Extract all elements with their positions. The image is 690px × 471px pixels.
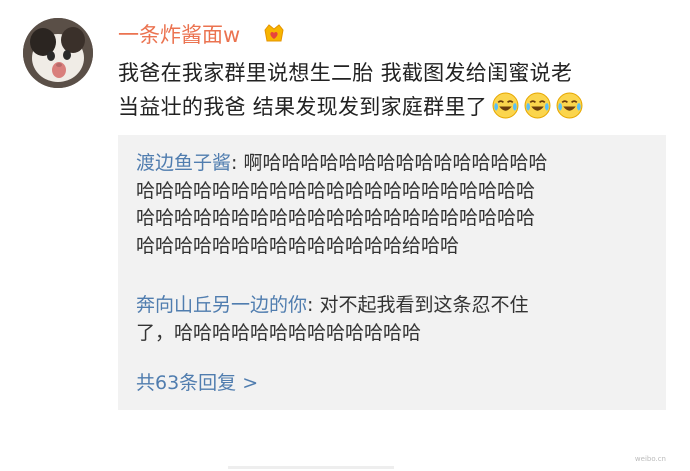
reply-item[interactable]: 渡边鱼子酱: 啊哈哈哈哈哈哈哈哈哈哈哈哈哈哈哈 哈哈哈哈哈哈哈哈哈哈哈哈哈哈哈哈… [136,150,656,260]
laugh-cry-emoji-icon [492,92,519,119]
reply-line: 哈哈哈哈哈哈哈哈哈哈哈哈哈哈哈哈哈哈哈哈哈 [136,179,536,202]
reply-author[interactable]: 奔向山丘另一边的你 [136,294,307,316]
bottom-divider [228,466,394,469]
reply-line: 渡边鱼子酱: 啊哈哈哈哈哈哈哈哈哈哈哈哈哈哈哈 [136,150,656,178]
username[interactable]: 一条炸酱面w [118,20,240,50]
reply-text: : 啊哈哈哈哈哈哈哈哈哈哈哈哈哈哈哈 [231,152,548,174]
crown-heart-icon [262,21,286,45]
reply-text: : 对不起我看到这条忍不住 [307,294,529,316]
reply-line: 奔向山丘另一边的你: 对不起我看到这条忍不住 [136,292,656,320]
watermark: weibo.cn [634,455,666,463]
post-text-line: 我爸在我家群里说想生二胎 我截图发给闺蜜说老 [118,61,573,85]
laugh-cry-emoji-icon [556,92,583,119]
replies-panel: 渡边鱼子酱: 啊哈哈哈哈哈哈哈哈哈哈哈哈哈哈哈 哈哈哈哈哈哈哈哈哈哈哈哈哈哈哈哈… [118,135,666,410]
post-text-line-text: 当益壮的我爸 结果发现发到家庭群里了 [118,95,488,119]
reply-item[interactable]: 奔向山丘另一边的你: 对不起我看到这条忍不住 了，哈哈哈哈哈哈哈哈哈哈哈哈哈 [136,292,656,347]
more-replies-link[interactable]: 共63条回复 > [136,369,258,397]
reply-line: 哈哈哈哈哈哈哈哈哈哈哈哈哈哈哈哈哈哈哈哈哈 [136,207,536,229]
laugh-cry-emoji-icon [524,92,551,119]
reply-line: 了，哈哈哈哈哈哈哈哈哈哈哈哈哈 [136,321,422,344]
avatar[interactable] [23,18,93,88]
post-text-line: 当益壮的我爸 结果发现发到家庭群里了 [118,90,678,124]
reply-line: 哈哈哈哈哈哈哈哈哈哈哈哈哈哈给哈哈 [136,234,460,257]
post-text: 我爸在我家群里说想生二胎 我截图发给闺蜜说老 当益壮的我爸 结果发现发到家庭群里… [118,56,678,124]
reply-author[interactable]: 渡边鱼子酱 [136,152,231,174]
